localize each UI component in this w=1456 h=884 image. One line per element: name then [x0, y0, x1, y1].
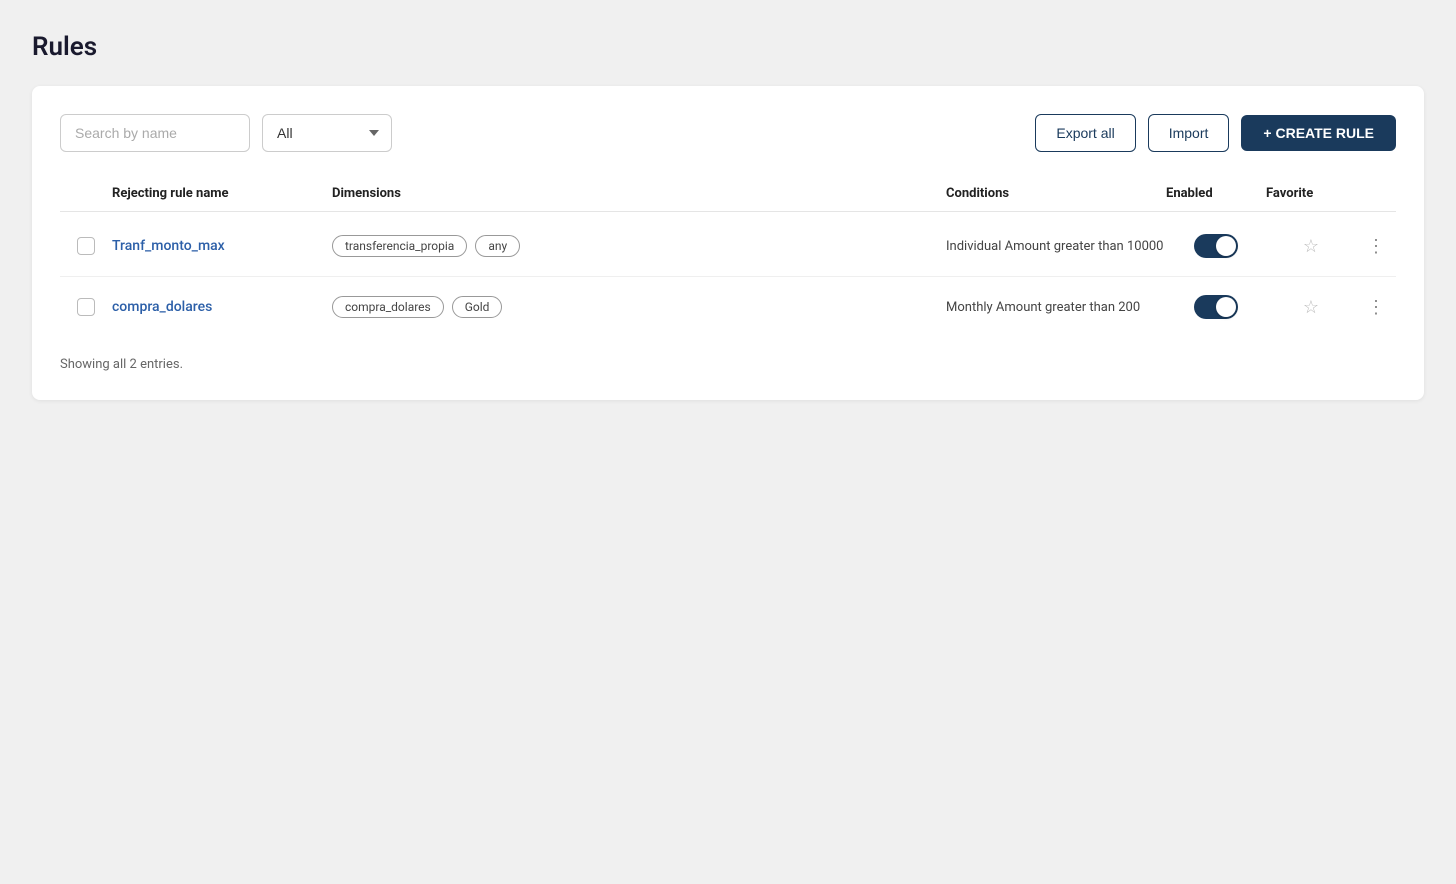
col-actions	[1356, 186, 1396, 201]
table-row: compra_dolares compra_dolares Gold Month…	[60, 277, 1396, 337]
row2-dimensions: compra_dolares Gold	[332, 296, 946, 318]
row1-toggle-knob	[1216, 236, 1236, 256]
col-rule-name: Rejecting rule name	[112, 186, 332, 201]
row1-enabled-cell	[1166, 234, 1266, 258]
row2-tag-1: Gold	[452, 296, 503, 318]
col-conditions: Conditions	[946, 186, 1166, 201]
table-header: Rejecting rule name Dimensions Condition…	[60, 176, 1396, 212]
toolbar: All Export all Import + CREATE RULE	[60, 114, 1396, 152]
row2-toggle[interactable]	[1194, 295, 1238, 319]
rules-table: Rejecting rule name Dimensions Condition…	[60, 176, 1396, 337]
row1-tag-0: transferencia_propia	[332, 235, 467, 257]
row2-rule-name[interactable]: compra_dolares	[112, 299, 332, 315]
showing-entries: Showing all 2 entries.	[60, 357, 1396, 372]
row1-conditions: Individual Amount greater than 10000	[946, 239, 1166, 254]
export-all-button[interactable]: Export all	[1035, 114, 1135, 152]
row1-rule-name[interactable]: Tranf_monto_max	[112, 238, 332, 254]
page-title: Rules	[32, 32, 1424, 62]
row1-more-icon[interactable]: ⋮	[1367, 236, 1385, 257]
row1-favorite-cell: ☆	[1266, 236, 1356, 257]
col-enabled: Enabled	[1166, 186, 1266, 201]
row1-tag-1: any	[475, 235, 520, 257]
row2-favorite-cell: ☆	[1266, 297, 1356, 318]
filter-select[interactable]: All	[262, 114, 392, 152]
row2-toggle-knob	[1216, 297, 1236, 317]
row2-conditions: Monthly Amount greater than 200	[946, 300, 1166, 315]
row1-checkbox[interactable]	[77, 237, 95, 255]
row1-checkbox-cell	[60, 237, 112, 255]
rules-card: All Export all Import + CREATE RULE Reje…	[32, 86, 1424, 400]
row2-checkbox[interactable]	[77, 298, 95, 316]
row2-checkbox-cell	[60, 298, 112, 316]
col-checkbox	[60, 186, 112, 201]
col-favorite: Favorite	[1266, 186, 1356, 201]
row1-toggle[interactable]	[1194, 234, 1238, 258]
create-rule-button[interactable]: + CREATE RULE	[1241, 115, 1396, 151]
col-dimensions: Dimensions	[332, 186, 946, 201]
row1-more-cell: ⋮	[1356, 236, 1396, 257]
row2-tag-0: compra_dolares	[332, 296, 444, 318]
row2-more-cell: ⋮	[1356, 297, 1396, 318]
row2-enabled-cell	[1166, 295, 1266, 319]
row1-dimensions: transferencia_propia any	[332, 235, 946, 257]
row2-more-icon[interactable]: ⋮	[1367, 297, 1385, 318]
import-button[interactable]: Import	[1148, 114, 1230, 152]
row2-star-icon[interactable]: ☆	[1303, 297, 1319, 318]
search-input[interactable]	[60, 114, 250, 152]
row1-star-icon[interactable]: ☆	[1303, 236, 1319, 257]
table-row: Tranf_monto_max transferencia_propia any…	[60, 216, 1396, 277]
